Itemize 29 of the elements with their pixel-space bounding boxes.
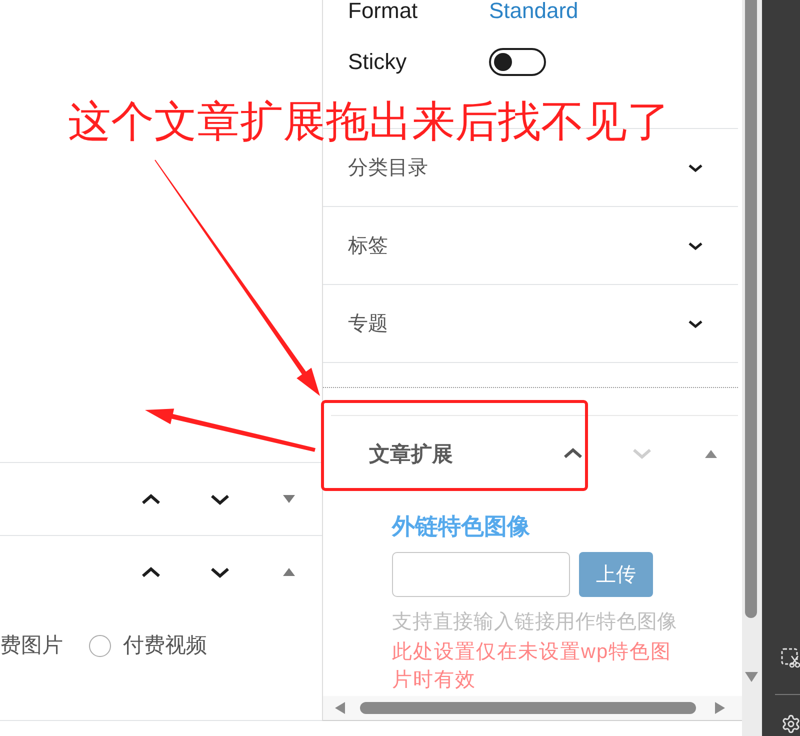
field-label: 外链特色图像 — [392, 513, 530, 539]
snip-icon[interactable] — [781, 648, 800, 668]
scrollbar-thumb[interactable] — [360, 702, 696, 714]
help-text: 支持直接输入链接用作特色图像 — [392, 611, 678, 633]
radio-button[interactable] — [89, 635, 111, 657]
sticky-label: Sticky — [348, 50, 408, 74]
url-input[interactable] — [392, 552, 570, 597]
scroll-down-icon[interactable] — [745, 672, 758, 682]
chevron-down-icon — [631, 447, 653, 460]
horizontal-scrollbar[interactable] — [323, 696, 742, 720]
chevron-up-icon — [140, 566, 162, 578]
chevron-up-icon — [562, 447, 584, 460]
chevron-up-icon — [140, 492, 162, 506]
format-value-link[interactable]: Standard — [489, 0, 578, 23]
option-label: 费图片 — [0, 633, 63, 659]
settings-icon[interactable] — [781, 714, 800, 734]
format-label: Format — [348, 0, 419, 23]
panel-title: 文章扩展 — [369, 442, 453, 468]
panel-toggle-button[interactable]: 标签 — [323, 207, 738, 284]
scroll-right-icon[interactable] — [715, 702, 725, 714]
panel-toggle-button[interactable]: 专题 — [323, 285, 738, 362]
chevron-down-icon — [209, 492, 231, 506]
scroll-left-icon[interactable] — [335, 702, 345, 714]
warning-text: 此处设置仅在未设置wp特色图片时有效 — [392, 640, 673, 693]
chevron-down-icon — [209, 566, 231, 578]
vertical-scrollbar[interactable] — [742, 0, 762, 736]
option-label: 付费视频 — [123, 633, 207, 659]
scrollbar-thumb[interactable] — [745, 0, 757, 618]
sticky-toggle[interactable] — [489, 48, 546, 76]
